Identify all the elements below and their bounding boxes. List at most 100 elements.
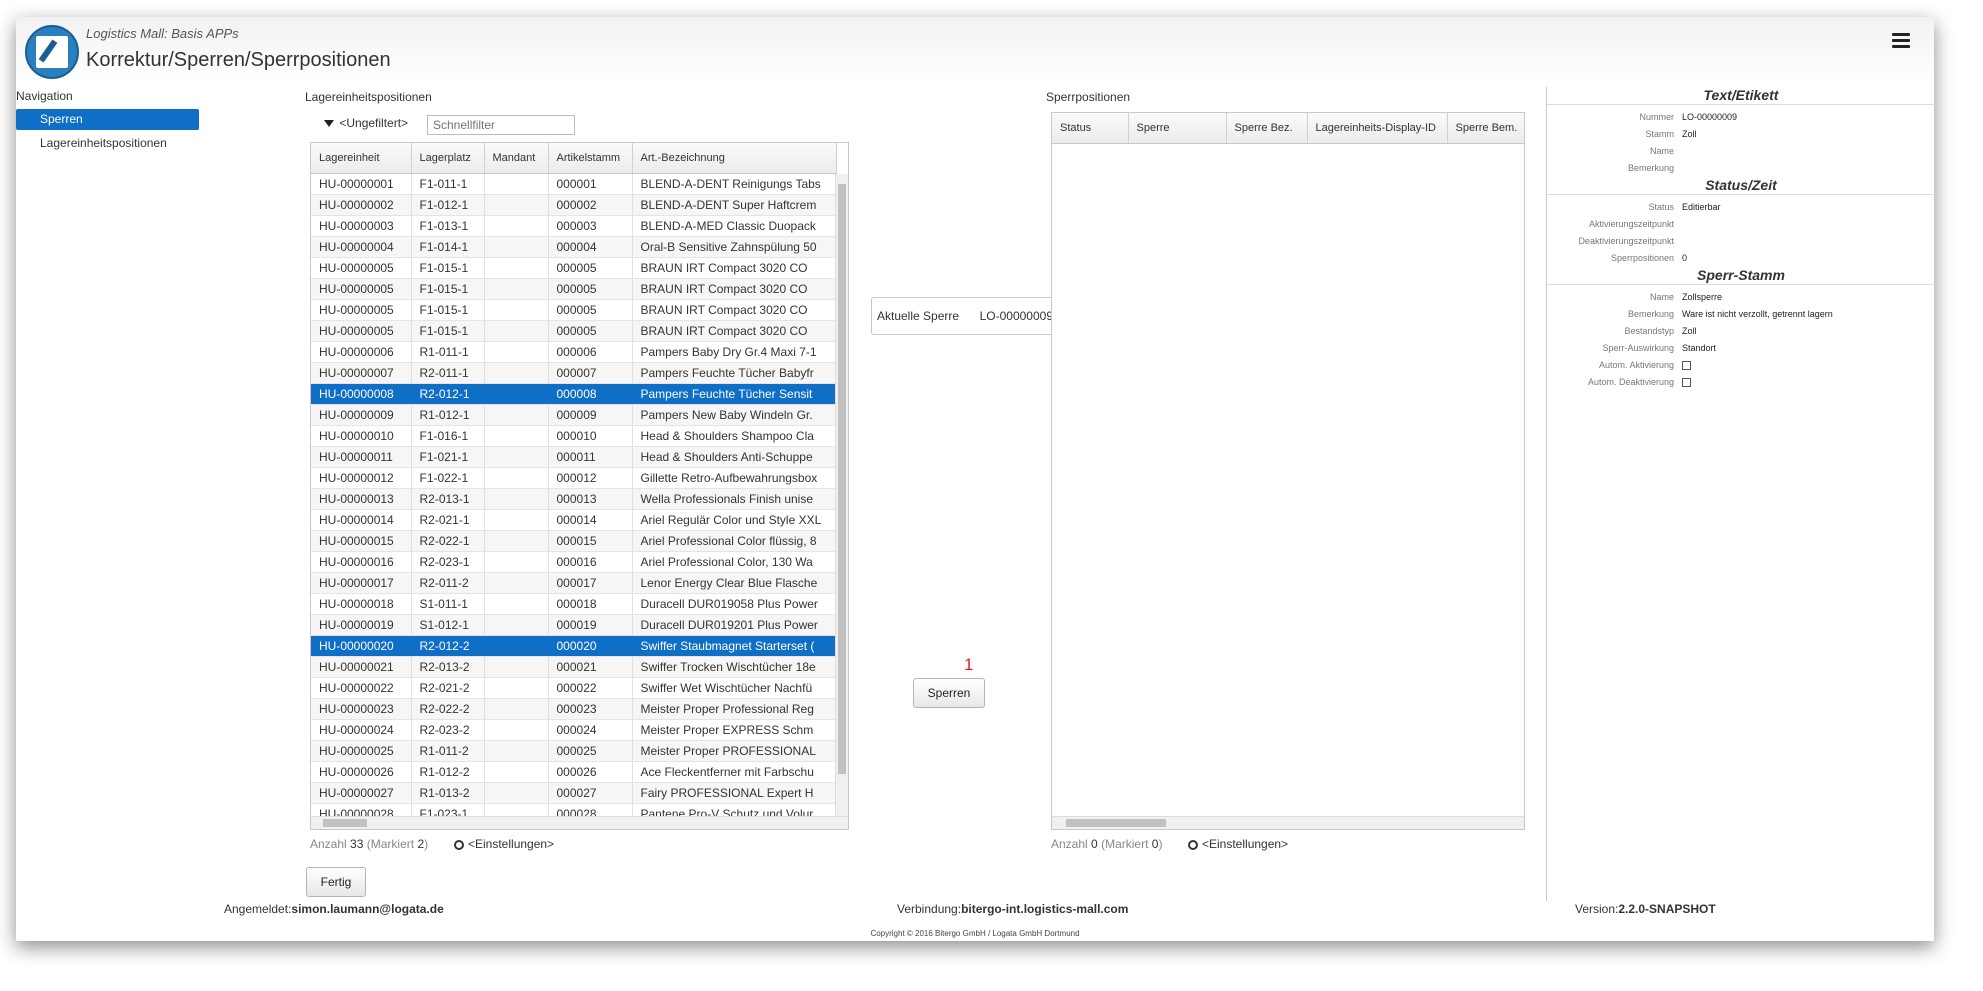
column-header[interactable]: Lagereinheits-Display-ID (1307, 113, 1448, 144)
table-cell (484, 635, 549, 657)
filter-dropdown[interactable]: <Ungefiltert> (324, 116, 408, 130)
table-row[interactable]: HU-00000005 F1-015-1 000005 BRAUN IRT Compa… (311, 257, 837, 279)
connection-value: bitergo-int.logistics-mall.com (961, 902, 1129, 916)
table-row[interactable]: HU-00000022 R2-021-2 000022 Swiffer Wet Wis… (311, 677, 837, 699)
checkbox[interactable] (1682, 374, 1691, 391)
quickfilter-input[interactable] (427, 115, 575, 135)
horizontal-scrollbar[interactable] (311, 816, 848, 829)
table-cell: R2-013-1 (411, 488, 485, 510)
table-cell: HU-00000001 (311, 173, 412, 195)
column-header[interactable]: Art.-Bezeichnung (632, 143, 837, 174)
details-key: Stamm (1645, 129, 1674, 139)
table-row[interactable]: HU-00000010 F1-016-1 000010 Head & Shoulder… (311, 425, 837, 447)
table-cell (484, 383, 549, 405)
table-cell: 000017 (548, 572, 633, 594)
table-row[interactable]: HU-00000021 R2-013-2 000021 Swiffer Trocken… (311, 656, 837, 678)
table-cell: Pampers Baby Dry Gr.4 Maxi 7-1 (632, 341, 837, 363)
table-row[interactable]: HU-00000009 R1-012-1 000009 Pampers New Bab… (311, 404, 837, 426)
vertical-scrollbar[interactable] (835, 174, 848, 817)
table-row[interactable]: HU-00000019 S1-012-1 000019 Duracell DUR019… (311, 614, 837, 636)
details-value: 0 (1682, 253, 1688, 263)
table-cell: R1-011-1 (411, 341, 485, 363)
table-row[interactable]: HU-00000012 F1-022-1 000012 Gillette Retro-… (311, 467, 837, 489)
nav-item-lagereinheitspositionen[interactable]: Lagereinheitspositionen (16, 133, 199, 154)
details-key: Nummer (1639, 112, 1674, 122)
horizontal-scrollbar[interactable] (1052, 816, 1524, 829)
table-row[interactable]: HU-00000013 R2-013-1 000013 Wella Professio… (311, 488, 837, 510)
table-cell: R2-012-2 (411, 635, 485, 657)
gear-icon (454, 839, 464, 850)
right-settings-link[interactable]: <Einstellungen> (1188, 837, 1288, 851)
table-row[interactable]: HU-00000002 F1-012-1 000002 BLEND-A-DENT Su… (311, 194, 837, 216)
column-header[interactable]: Mandant (484, 143, 549, 174)
table-row[interactable]: HU-00000005 F1-015-1 000005 BRAUN IRT Compa… (311, 299, 837, 321)
column-header[interactable]: Lagerplatz (411, 143, 485, 174)
table-row[interactable]: HU-00000006 R1-011-1 000006 Pampers Baby Dr… (311, 341, 837, 363)
table-cell: Ariel Professional Color flüssig, 8 (632, 530, 837, 552)
left-settings-link[interactable]: <Einstellungen> (454, 837, 554, 851)
checkbox[interactable] (1682, 357, 1691, 374)
fertig-button[interactable]: Fertig (306, 867, 366, 897)
column-header[interactable]: Status (1052, 113, 1129, 144)
details-value: Zollsperre (1682, 292, 1723, 302)
table-row[interactable]: HU-00000026 R1-012-2 000026 Ace Fleckentfer… (311, 761, 837, 783)
table-cell: 000009 (548, 404, 633, 426)
table-cell: Ariel Regulär Color und Style XXL (632, 509, 837, 531)
table-cell: 000005 (548, 257, 633, 279)
table-row[interactable]: HU-00000005 F1-015-1 000005 BRAUN IRT Compa… (311, 320, 837, 342)
table-row[interactable]: HU-00000003 F1-013-1 000003 BLEND-A-MED Cla… (311, 215, 837, 237)
table-row[interactable]: HU-00000001 F1-011-1 000001 BLEND-A-DENT Re… (311, 173, 837, 195)
table-row[interactable]: HU-00000016 R2-023-1 000016 Ariel Professio… (311, 551, 837, 573)
table-cell: HU-00000011 (311, 446, 412, 468)
table-cell (484, 341, 549, 363)
table-cell: F1-015-1 (411, 257, 485, 279)
table-cell: S1-011-1 (411, 593, 485, 615)
table-row[interactable]: HU-00000011 F1-021-1 000011 Head & Shoulder… (311, 446, 837, 468)
column-header[interactable]: Sperre (1128, 113, 1227, 144)
table-cell: HU-00000016 (311, 551, 412, 573)
table-row[interactable]: HU-00000005 F1-015-1 000005 BRAUN IRT Compa… (311, 278, 837, 300)
table-cell: Swiffer Staubmagnet Starterset ( (632, 635, 837, 657)
table-row[interactable]: HU-00000027 R1-013-2 000027 Fairy PROFESSIO… (311, 782, 837, 804)
column-header[interactable]: Artikelstamm (548, 143, 633, 174)
nav-item-sperren[interactable]: Sperren (16, 109, 199, 130)
hamburger-menu-icon[interactable] (1892, 33, 1910, 49)
right-count-value: 0 (1091, 837, 1098, 851)
table-cell: R1-012-2 (411, 761, 485, 783)
details-row: Bemerkung Ware ist nicht verzollt, getren… (1547, 306, 1935, 323)
table-cell (484, 677, 549, 699)
table-cell: Pampers Feuchte Tücher Babyfr (632, 362, 837, 384)
table-cell: Meister Proper EXPRESS Schm (632, 719, 837, 741)
table-cell (484, 425, 549, 447)
table-row[interactable]: HU-00000007 R2-011-1 000007 Pampers Feuchte… (311, 362, 837, 384)
table-row[interactable]: HU-00000025 R1-011-2 000025 Meister Proper … (311, 740, 837, 762)
left-grid-title: Lagereinheitspositionen (305, 90, 432, 104)
table-row[interactable]: HU-00000023 R2-022-2 000023 Meister Proper … (311, 698, 837, 720)
details-section-title: Text/Etikett (1547, 87, 1935, 105)
details-key: Sperr-Auswirkung (1602, 343, 1674, 353)
table-row[interactable]: HU-00000008 R2-012-1 000008 Pampers Feuchte… (311, 383, 837, 405)
details-value: LO-00000009 (1682, 112, 1738, 122)
details-value: Ware ist nicht verzollt, getrennt lagern (1682, 309, 1833, 319)
table-row[interactable]: HU-00000015 R2-022-1 000015 Ariel Professio… (311, 530, 837, 552)
table-cell: R2-023-1 (411, 551, 485, 573)
column-header[interactable]: Sperre Bem. (1447, 113, 1524, 144)
table-cell: HU-00000013 (311, 488, 412, 510)
table-cell: Head & Shoulders Shampoo Cla (632, 425, 837, 447)
table-row[interactable]: HU-00000014 R2-021-1 000014 Ariel Regulär C… (311, 509, 837, 531)
details-key: Name (1649, 292, 1674, 302)
details-key: Status (1648, 202, 1674, 212)
column-header[interactable]: Lagereinheit (311, 143, 412, 174)
table-cell: HU-00000014 (311, 509, 412, 531)
table-row[interactable]: HU-00000017 R2-011-2 000017 Lenor Energy Cl… (311, 572, 837, 594)
table-row[interactable]: HU-00000020 R2-012-2 000020 Swiffer Staubma… (311, 635, 837, 657)
table-row[interactable]: HU-00000018 S1-011-1 000018 Duracell DUR019… (311, 593, 837, 615)
table-row[interactable]: HU-00000024 R2-023-2 000024 Meister Proper … (311, 719, 837, 741)
table-row[interactable]: HU-00000004 F1-014-1 000004 Oral-B Sensitiv… (311, 236, 837, 258)
sperren-button[interactable]: Sperren (913, 678, 985, 708)
table-cell: 000022 (548, 677, 633, 699)
table-cell (484, 173, 549, 195)
column-header[interactable]: Sperre Bez. (1226, 113, 1308, 144)
table-cell: HU-00000005 (311, 278, 412, 300)
table-cell: HU-00000007 (311, 362, 412, 384)
